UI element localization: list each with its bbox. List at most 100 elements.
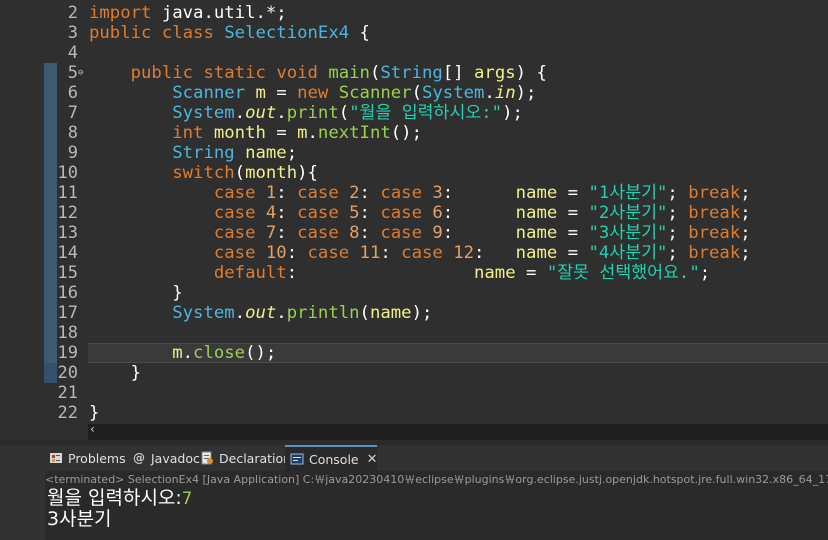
code-token: case — [297, 203, 339, 223]
console-line-prompt: 월을 입력하시오:7 — [47, 488, 192, 510]
code-text: import java.util.*; — [89, 3, 287, 23]
code-token: name — [515, 183, 558, 203]
code-token: ); — [515, 83, 537, 103]
code-token: System — [172, 103, 235, 123]
code-text: } — [89, 363, 141, 383]
code-token: . — [234, 303, 246, 323]
code-token: break — [688, 183, 741, 203]
code-token: . — [182, 343, 194, 363]
code-line[interactable] — [0, 323, 828, 343]
bottom-panel-tabs: Problems @ Javadoc Declaration Console ✕ — [45, 445, 828, 472]
code-token: = — [557, 243, 589, 263]
tab-console[interactable]: Console ✕ — [285, 445, 378, 471]
close-icon[interactable]: ✕ — [367, 452, 378, 467]
line-number: 22 — [57, 403, 78, 423]
horizontal-scrollbar[interactable]: ‹ — [88, 422, 828, 440]
code-token: = — [515, 263, 547, 283]
code-token: : — [380, 243, 402, 263]
code-token: : — [359, 203, 381, 223]
code-text: String name; — [89, 143, 297, 163]
code-token: args — [474, 63, 516, 83]
code-token: print — [286, 103, 339, 123]
code-token: int — [172, 123, 204, 143]
code-editor[interactable]: 2 import java.util.*; 3 public class Select… — [0, 0, 828, 440]
code-token: String — [380, 63, 443, 83]
code-token: 3 — [432, 183, 443, 203]
code-token: ){ — [297, 163, 318, 183]
code-token: case — [297, 223, 339, 243]
tab-problems[interactable]: Problems — [49, 445, 126, 471]
code-token: m — [172, 343, 183, 363]
console-output[interactable]: 월을 입력하시오:7 3사분기 — [45, 488, 828, 540]
code-token: break — [688, 223, 741, 243]
code-token: : — [359, 223, 381, 243]
left-side-strip — [0, 445, 45, 540]
code-line[interactable] — [0, 403, 828, 423]
code-token: case — [213, 203, 256, 223]
code-line[interactable] — [0, 43, 828, 63]
code-token: case — [380, 223, 422, 243]
code-text: Scanner m = new Scanner(System.in); — [89, 83, 536, 103]
code-token: Scanner — [172, 83, 246, 103]
code-token: case — [297, 183, 339, 203]
code-token: 1 — [265, 183, 277, 203]
code-token: ); — [502, 103, 523, 123]
code-token: ( — [338, 103, 350, 123]
code-token: (); — [245, 343, 277, 363]
code-token: case — [213, 223, 256, 243]
code-token: : — [442, 223, 516, 243]
line-number: 4 — [67, 43, 78, 63]
line-number: 2 — [67, 3, 78, 23]
code-text: public static void main(String[] args) { — [89, 63, 547, 83]
code-token: "3사분기" — [588, 223, 668, 243]
scroll-left-icon[interactable]: ‹ — [90, 422, 95, 436]
code-token: . — [234, 103, 246, 123]
code-token: break — [688, 203, 741, 223]
code-text: m.close(); — [89, 343, 276, 363]
tab-javadoc[interactable]: @ Javadoc — [132, 445, 200, 471]
code-token: = — [265, 83, 298, 103]
code-text: int month = m.nextInt(); — [89, 123, 422, 143]
code-token: close — [193, 343, 246, 363]
code-token: month — [245, 163, 298, 183]
code-line[interactable] — [0, 383, 828, 403]
code-token: "2사분기" — [588, 203, 668, 223]
code-text: } — [89, 403, 99, 423]
code-token: 11 — [359, 243, 381, 263]
code-token: import — [89, 3, 152, 23]
tab-console-label: Console — [309, 451, 359, 467]
code-token: case — [213, 183, 256, 203]
code-token: ); — [411, 303, 433, 323]
code-token: name — [515, 203, 558, 223]
code-token: 7 — [265, 223, 277, 243]
code-token: 4 — [265, 203, 277, 223]
code-token: case — [213, 243, 256, 263]
code-token: ; — [667, 203, 689, 223]
tab-declaration[interactable]: Declaration — [200, 445, 291, 471]
code-token: : — [442, 203, 516, 223]
fold-toggle-icon[interactable]: ⊖ — [78, 63, 83, 83]
code-token: ; — [667, 243, 689, 263]
code-token: ; — [740, 223, 751, 243]
code-token: ) { — [515, 63, 547, 83]
problems-icon — [49, 451, 63, 465]
console-icon — [290, 452, 304, 466]
console-status-line: <terminated> SelectionEx4 [Java Applicat… — [45, 471, 828, 488]
code-token: void — [276, 63, 318, 83]
